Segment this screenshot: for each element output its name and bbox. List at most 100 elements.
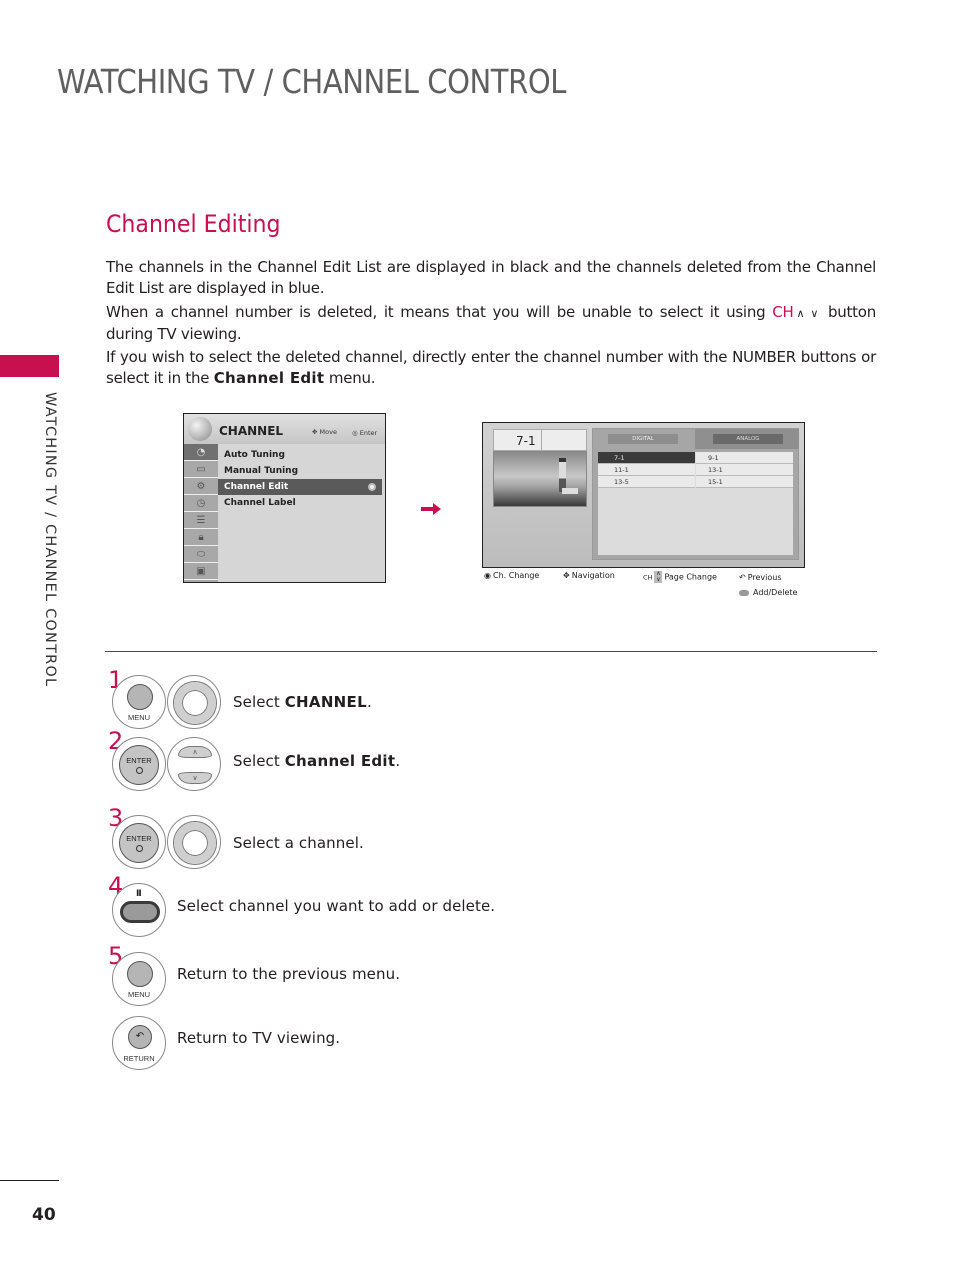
chevron-down-icon: ∨	[810, 307, 819, 320]
channel-icon[interactable]: ◔	[184, 444, 218, 461]
menu-button[interactable]: MENU	[112, 952, 166, 1006]
enter-button[interactable]: ENTER	[112, 815, 166, 869]
side-tab-marker	[0, 355, 59, 377]
return-button[interactable]: ↶ RETURN	[112, 1016, 166, 1070]
tab-analog[interactable]: ANALOG	[713, 434, 783, 444]
channel-edit-screenshot: 7-1 DIGITAL ANALOG 7-1 11-1 13-5 9-1 13-…	[482, 422, 805, 568]
enter-hint: ◎ Enter	[352, 429, 377, 437]
legend-page-change-label: Page Change	[664, 572, 717, 582]
menu-button-core	[127, 961, 153, 987]
picture-icon[interactable]: ▭	[184, 461, 218, 478]
p3-text-after: menu.	[328, 369, 376, 387]
ch-button-label: CH	[772, 303, 794, 321]
lighthouse-image	[559, 458, 566, 492]
menu-category-bar: ◔ ▭ ⚙ ◷ ☰ 🔒︎ ⬭ ▣	[184, 444, 218, 582]
move-hint-label: Move	[319, 428, 337, 436]
channel-cell[interactable]: 7-1	[598, 452, 695, 464]
enter-button-core: ENTER	[119, 823, 159, 863]
navigation-ring-icon	[174, 682, 216, 724]
menu-button[interactable]: MENU	[112, 675, 166, 729]
move-icon: ✥	[312, 428, 320, 436]
step-text-before: Select	[233, 693, 280, 711]
ch-label: CH	[643, 573, 653, 582]
enter-dot-icon: ◉	[484, 571, 491, 580]
channel-cell[interactable]: 15-1	[696, 476, 793, 488]
lock-icon[interactable]: 🔒︎	[184, 529, 218, 546]
section-divider	[105, 651, 877, 652]
enter-icon: ◎	[352, 429, 360, 437]
add-delete-button[interactable]: II	[112, 883, 166, 937]
menu-item-label: Channel Edit	[224, 482, 289, 492]
section-title: Channel Editing	[106, 210, 281, 238]
navigation-icon: ✥	[563, 571, 570, 580]
channel-edit-ref: Channel Edit	[213, 369, 325, 387]
step-text-after: .	[395, 752, 401, 770]
menu-button-core	[127, 684, 153, 710]
option-icon[interactable]: ☰	[184, 512, 218, 529]
channel-cell[interactable]: 9-1	[696, 452, 793, 464]
legend-ch-change: ◉ Ch. Change	[484, 571, 539, 580]
navigation-ring-button[interactable]	[167, 815, 221, 869]
step-text-bold: Channel Edit	[284, 752, 396, 770]
legend-navigation: ✥ Navigation	[563, 571, 615, 580]
legend-previous-label: Previous	[747, 573, 782, 582]
channel-preview-image	[493, 451, 587, 507]
channel-grid: 7-1 11-1 13-5 9-1 13-1 15-1	[598, 452, 793, 555]
return-icon: ↶	[739, 573, 746, 582]
enter-dot-icon	[136, 767, 143, 774]
channel-cell[interactable]: 13-1	[696, 464, 793, 476]
deleted-channel-paragraph: When a channel number is deleted, it mea…	[106, 302, 876, 345]
return-icon: ↶	[128, 1025, 152, 1049]
menu-item-manual-tuning[interactable]: Manual Tuning	[218, 463, 382, 479]
intro-paragraph: The channels in the Channel Edit List ar…	[106, 258, 876, 297]
return-button-label: RETURN	[123, 1054, 155, 1063]
menu-button-label: MENU	[127, 990, 151, 999]
usb-icon[interactable]: ▣	[184, 563, 218, 580]
current-channel-box: 7-1	[493, 429, 587, 451]
time-icon[interactable]: ◷	[184, 495, 218, 512]
channel-cell[interactable]: 13-5	[598, 476, 695, 488]
audio-icon[interactable]: ⚙	[184, 478, 218, 495]
ch-updown-icon: ∧ ∨	[654, 570, 663, 583]
step-text-after: .	[366, 693, 372, 711]
selected-radio-icon	[368, 483, 376, 491]
lighthouse-house	[562, 488, 578, 494]
channel-cell[interactable]: 11-1	[598, 464, 695, 476]
menu-item-channel-label[interactable]: Channel Label	[218, 495, 382, 511]
pause-icon: II	[136, 889, 142, 899]
navigation-ring-icon	[174, 822, 216, 864]
menu-item-auto-tuning[interactable]: Auto Tuning	[218, 447, 382, 463]
current-channel-number: 7-1	[516, 434, 536, 448]
legend-navigation-label: Navigation	[571, 571, 615, 580]
enter-button-label: ENTER	[126, 756, 152, 765]
navigation-ring-button[interactable]	[167, 675, 221, 729]
legend-ch-change-label: Ch. Change	[492, 571, 540, 580]
channel-list-panel: DIGITAL ANALOG 7-1 11-1 13-5 9-1 13-1 15…	[592, 428, 799, 560]
pill-button-core	[120, 901, 160, 923]
right-arrow-icon	[421, 503, 441, 515]
legend-add-delete: Add/Delete	[739, 588, 797, 597]
tab-digital[interactable]: DIGITAL	[608, 434, 678, 444]
step-text: Select channel you want to add or delete…	[177, 897, 496, 915]
up-down-button[interactable]: ∧ ∨	[167, 737, 221, 791]
menu-list: Auto Tuning Manual Tuning Channel Edit C…	[218, 444, 385, 582]
step-text-bold: CHANNEL	[284, 693, 367, 711]
menu-title: CHANNEL	[219, 424, 284, 438]
enter-dot-icon	[136, 845, 143, 852]
pill-button-icon	[739, 589, 749, 596]
page-number: 40	[32, 1205, 56, 1225]
step-text-before: Select	[233, 752, 280, 770]
chevron-up-icon: ∧	[796, 307, 805, 320]
menu-header: CHANNEL ✥ Move ◎ Enter	[184, 414, 385, 444]
enter-button[interactable]: ENTER	[112, 737, 166, 791]
legend-previous: ↶ Previous	[739, 573, 782, 582]
menu-button-label: MENU	[127, 713, 151, 722]
input-icon[interactable]: ⬭	[184, 546, 218, 563]
step-text: Select Channel Edit.	[233, 752, 400, 770]
menu-item-channel-edit[interactable]: Channel Edit	[218, 479, 382, 495]
move-hint: ✥ Move	[312, 428, 337, 436]
enter-button-label: ENTER	[126, 834, 152, 843]
chevron-up-icon: ∧	[178, 746, 212, 758]
select-deleted-paragraph: If you wish to select the deleted channe…	[106, 347, 876, 389]
channel-menu-screenshot: CHANNEL ✥ Move ◎ Enter ◔ ▭ ⚙ ◷ ☰ 🔒︎ ⬭ ▣ …	[183, 413, 386, 583]
